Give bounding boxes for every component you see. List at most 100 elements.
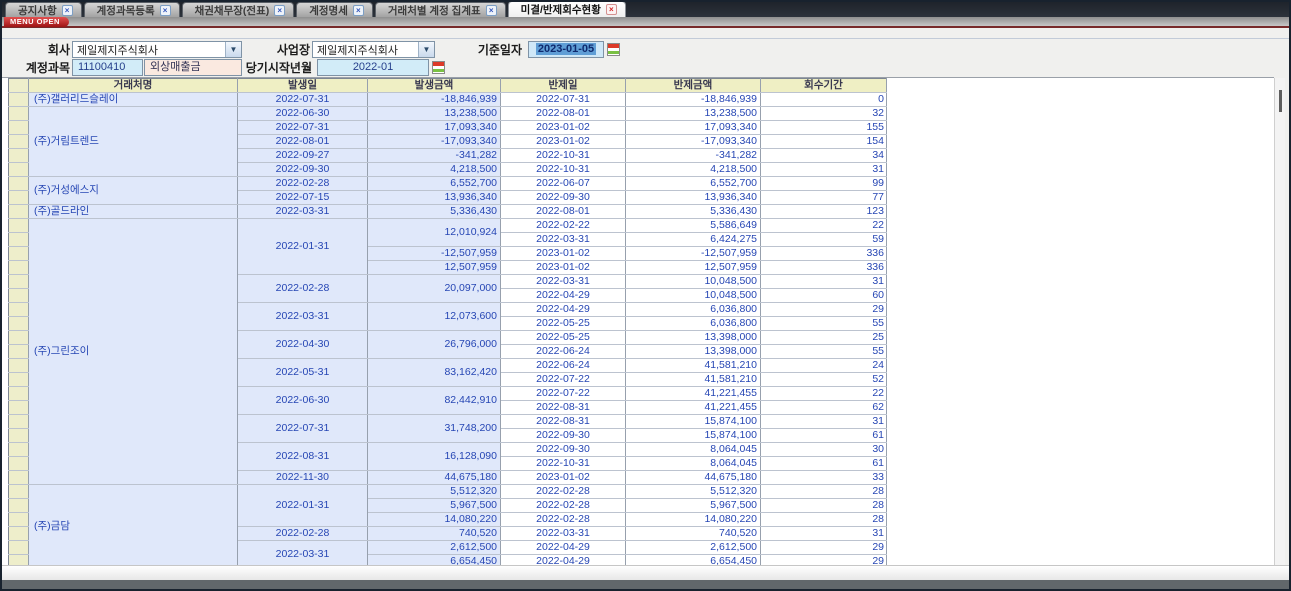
- settle-amount-cell: 740,520: [626, 527, 761, 541]
- close-icon[interactable]: ×: [353, 5, 364, 16]
- panel-divider: [2, 38, 1289, 39]
- occur-date-cell: 2022-06-30: [238, 387, 368, 415]
- settle-amount-cell: 12,507,959: [626, 261, 761, 275]
- occur-amount-cell: 5,512,320: [368, 485, 501, 499]
- calendar-icon[interactable]: [432, 61, 445, 74]
- collect-days-cell: 55: [761, 345, 887, 359]
- row-header-cell: [9, 331, 29, 345]
- occur-date-cell: 2022-07-15: [238, 191, 368, 205]
- settle-amount-cell: 8,064,045: [626, 443, 761, 457]
- settle-date-cell: 2022-02-28: [501, 485, 626, 499]
- company-select[interactable]: 제일제지주식회사 ▼: [72, 41, 242, 58]
- occur-date-cell: 2022-09-27: [238, 149, 368, 163]
- chevron-down-icon[interactable]: ▼: [418, 42, 434, 57]
- settle-date-cell: 2022-03-31: [501, 527, 626, 541]
- col-header-occur-date[interactable]: 발생일: [238, 79, 368, 93]
- tab-4[interactable]: 계정명세×: [296, 2, 373, 17]
- occur-amount-cell: 5,336,430: [368, 205, 501, 219]
- settle-amount-cell: 5,967,500: [626, 499, 761, 513]
- occur-date-cell: 2022-03-31: [238, 205, 368, 219]
- occur-amount-cell: 740,520: [368, 527, 501, 541]
- corner-cell: [9, 79, 29, 93]
- settle-amount-cell: 41,221,455: [626, 401, 761, 415]
- settle-amount-cell: -18,846,939: [626, 93, 761, 107]
- settle-date-cell: 2022-06-24: [501, 345, 626, 359]
- collect-days-cell: 29: [761, 541, 887, 555]
- row-header-cell: [9, 247, 29, 261]
- row-header-cell: [9, 219, 29, 233]
- settle-date-cell: 2023-01-02: [501, 261, 626, 275]
- settle-amount-cell: 6,424,275: [626, 233, 761, 247]
- collect-days-cell: 29: [761, 303, 887, 317]
- occur-amount-cell: 82,442,910: [368, 387, 501, 415]
- table-row[interactable]: (주)거성에스지2022-02-286,552,7002022-06-076,5…: [9, 177, 887, 191]
- row-header-cell: [9, 93, 29, 107]
- occur-date-cell: 2022-01-31: [238, 219, 368, 275]
- col-header-collect-days[interactable]: 회수기간: [761, 79, 887, 93]
- table-row[interactable]: (주)갤러리드슬레이2022-07-31-18,846,9392022-07-3…: [9, 93, 887, 107]
- collect-days-cell: 31: [761, 275, 887, 289]
- menu-open-button[interactable]: MENU OPEN: [4, 17, 69, 27]
- col-header-customer[interactable]: 거래처명: [29, 79, 238, 93]
- settle-date-cell: 2022-09-30: [501, 429, 626, 443]
- occur-date-cell: 2022-04-30: [238, 331, 368, 359]
- collect-days-cell: 31: [761, 527, 887, 541]
- close-icon[interactable]: ×: [274, 5, 285, 16]
- table-row[interactable]: (주)골드라인2022-03-315,336,4302022-08-015,33…: [9, 205, 887, 219]
- row-header-cell: [9, 541, 29, 555]
- account-label: 계정과목: [10, 60, 70, 76]
- chevron-down-icon[interactable]: ▼: [225, 42, 241, 57]
- settle-date-cell: 2023-01-02: [501, 471, 626, 485]
- collect-days-cell: 77: [761, 191, 887, 205]
- occur-amount-cell: 26,796,000: [368, 331, 501, 359]
- row-header-cell: [9, 205, 29, 219]
- tab-2[interactable]: 계정과목등록×: [84, 2, 180, 17]
- collect-days-cell: 24: [761, 359, 887, 373]
- settle-date-cell: 2022-10-31: [501, 163, 626, 177]
- settle-amount-cell: 13,936,340: [626, 191, 761, 205]
- row-header-cell: [9, 121, 29, 135]
- collect-days-cell: 32: [761, 107, 887, 121]
- settle-amount-cell: 5,336,430: [626, 205, 761, 219]
- settle-date-cell: 2022-03-31: [501, 233, 626, 247]
- tab-1[interactable]: 공지사항×: [5, 2, 82, 17]
- row-header-cell: [9, 275, 29, 289]
- close-icon[interactable]: ×: [160, 5, 171, 16]
- tab-5[interactable]: 거래처별 계정 집계표×: [375, 2, 506, 17]
- vertical-scrollbar-thumb[interactable]: [1279, 90, 1282, 112]
- base-date-input[interactable]: 2023-01-05: [528, 41, 604, 58]
- table-row[interactable]: (주)거림트렌드2022-06-3013,238,5002022-08-0113…: [9, 107, 887, 121]
- row-header-cell: [9, 135, 29, 149]
- settle-amount-cell: -341,282: [626, 149, 761, 163]
- occur-amount-cell: -12,507,959: [368, 247, 501, 261]
- tab-6[interactable]: 미결/반제회수현황×: [508, 1, 626, 17]
- col-header-settle-date[interactable]: 반제일: [501, 79, 626, 93]
- customer-name-cell: (주)그린조이: [29, 219, 238, 485]
- row-header-cell: [9, 513, 29, 527]
- settle-date-cell: 2022-08-01: [501, 205, 626, 219]
- close-icon[interactable]: ×: [62, 5, 73, 16]
- account-name-field[interactable]: 외상매출금: [144, 59, 242, 76]
- occur-date-cell: 2022-08-31: [238, 443, 368, 471]
- close-icon[interactable]: ×: [486, 5, 497, 16]
- customer-name-cell: (주)갤러리드슬레이: [29, 93, 238, 107]
- calendar-icon[interactable]: [607, 43, 620, 56]
- table-row[interactable]: (주)금담2022-01-315,512,3202022-02-285,512,…: [9, 485, 887, 499]
- close-icon[interactable]: ×: [606, 4, 617, 15]
- vertical-scrollbar[interactable]: [1274, 78, 1285, 565]
- col-header-settle-amount[interactable]: 반제금액: [626, 79, 761, 93]
- collect-days-cell: 30: [761, 443, 887, 457]
- settle-amount-cell: 4,218,500: [626, 163, 761, 177]
- settle-date-cell: 2022-05-25: [501, 317, 626, 331]
- period-start-field[interactable]: 2022-01: [317, 59, 429, 76]
- tab-3[interactable]: 채권채무장(전표) ×: [182, 2, 295, 17]
- table-row[interactable]: (주)그린조이2022-01-3112,010,9242022-02-225,5…: [9, 219, 887, 233]
- settle-date-cell: 2023-01-02: [501, 247, 626, 261]
- occur-date-cell: 2022-05-31: [238, 359, 368, 387]
- tab-label: 채권채무장(전표): [195, 3, 270, 18]
- col-header-occur-amount[interactable]: 발생금액: [368, 79, 501, 93]
- site-select[interactable]: 제일제지주식회사 ▼: [312, 41, 435, 58]
- collect-days-cell: 25: [761, 331, 887, 345]
- account-code-field[interactable]: 11100410: [72, 59, 143, 76]
- horizontal-scrollbar[interactable]: [2, 565, 1289, 580]
